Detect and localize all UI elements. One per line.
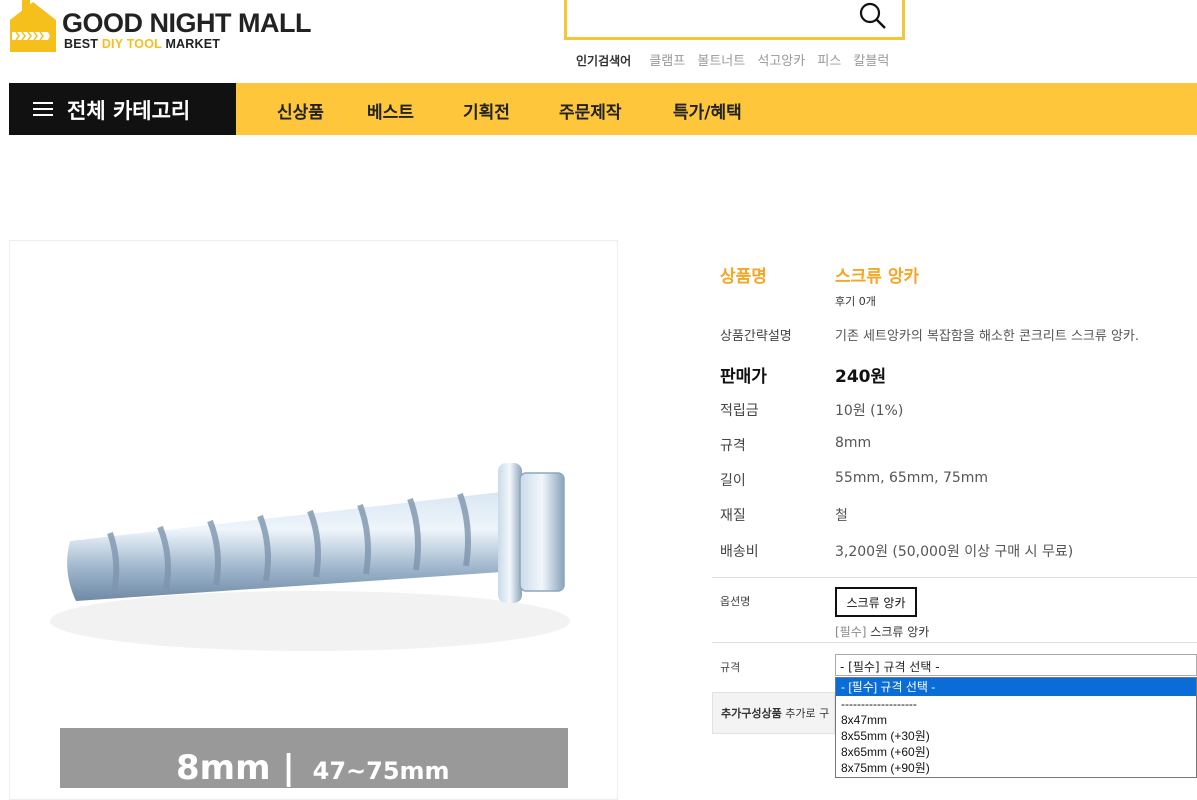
summary-label: 상품간략설명 — [720, 329, 792, 344]
material-value: 철 — [835, 508, 848, 524]
menu-icon — [33, 102, 53, 116]
selected-option: [필수] 스크류 앙카 — [835, 625, 930, 639]
popular-keyword[interactable]: 석고앙카 — [757, 54, 805, 69]
spec-dropdown-list: - [필수] 규격 선택 - ------------------- 8x47m… — [835, 677, 1197, 778]
price-label: 판매가 — [720, 367, 767, 387]
shipping-label: 배송비 — [720, 544, 759, 560]
nav-special-deals[interactable]: 특가/혜택 — [673, 98, 742, 123]
product-image — [9, 240, 618, 800]
spec-select-label: 규격 — [720, 661, 741, 674]
material-label: 재질 — [720, 508, 746, 524]
additional-products: 추가구성상품 추가로 구 — [712, 692, 835, 734]
house-logo-icon — [10, 0, 56, 52]
brand-name: GOOD NIGHT MALL — [62, 8, 311, 38]
popular-keyword[interactable]: 볼트너트 — [697, 54, 745, 69]
brand-tagline: BEST DIY TOOL MARKET — [64, 37, 221, 51]
spec-select[interactable]: - [필수] 규격 선택 - — [835, 654, 1197, 676]
popular-label: 인기검색어 — [576, 54, 632, 68]
banner-diameter: 8mm — [176, 748, 271, 788]
shipping-value: 3,200원 (50,000원 이상 구매 시 무료) — [835, 544, 1074, 560]
popular-keywords: 인기검색어 클램프 볼트너트 석고앙카 피스 칼블럭 — [576, 50, 897, 69]
nav-custom-order[interactable]: 주문제작 — [559, 98, 622, 123]
dropdown-option[interactable]: 8x75mm (+90원) — [836, 760, 1196, 776]
banner-length: 47~75mm — [312, 757, 450, 785]
image-spec-banner: 8mm | 47~75mm — [60, 728, 568, 788]
dropdown-option[interactable]: 8x55mm (+30원) — [836, 728, 1196, 744]
option-label: 옵션명 — [720, 595, 751, 608]
add-products-label: 추가구성상품 — [721, 707, 782, 720]
spec-label: 규격 — [720, 438, 746, 454]
length-label: 길이 — [720, 473, 746, 489]
search-input[interactable] — [575, 0, 855, 34]
nav-exhibition[interactable]: 기획전 — [463, 98, 510, 123]
price-value: 240원 — [835, 367, 887, 387]
popular-keyword[interactable]: 클램프 — [649, 54, 685, 69]
review-count[interactable]: 후기 0개 — [835, 293, 876, 309]
length-value: 55mm, 65mm, 75mm — [835, 470, 989, 486]
divider — [712, 577, 1197, 578]
product-name: 스크류 앙카 — [835, 267, 920, 287]
add-products-text: 추가로 구 — [785, 707, 830, 720]
product-name-label: 상품명 — [720, 267, 767, 287]
spec-value: 8mm — [835, 435, 872, 451]
dropdown-option[interactable]: 8x65mm (+60원) — [836, 744, 1196, 760]
dropdown-option[interactable]: 8x47mm — [836, 712, 1196, 728]
option-button[interactable]: 스크류 앙카 — [835, 587, 917, 617]
all-category-button[interactable]: 전체 카테고리 — [9, 83, 236, 135]
dropdown-option[interactable]: - [필수] 규격 선택 - — [836, 678, 1196, 696]
screw-anchor-image — [50, 463, 570, 651]
search-icon[interactable] — [858, 1, 888, 31]
points-label: 적립금 — [720, 403, 759, 419]
banner-separator: | — [282, 748, 295, 788]
nav-new-products[interactable]: 신상품 — [277, 98, 324, 123]
points-value: 10원 (1%) — [835, 403, 904, 419]
site-logo[interactable]: GOOD NIGHT MALL BEST DIY TOOL MARKET — [8, 0, 318, 56]
nav-best[interactable]: 베스트 — [367, 98, 414, 123]
popular-keyword[interactable]: 칼블럭 — [853, 54, 889, 69]
summary-value: 기존 세트앙카의 복잡함을 해소한 콘크리트 스크류 앙카. — [835, 329, 1140, 344]
search-box — [564, 0, 905, 40]
divider — [712, 642, 1197, 643]
dropdown-option[interactable]: ------------------- — [836, 696, 1196, 712]
all-category-label: 전체 카테고리 — [67, 99, 191, 123]
popular-keyword[interactable]: 피스 — [817, 54, 841, 69]
